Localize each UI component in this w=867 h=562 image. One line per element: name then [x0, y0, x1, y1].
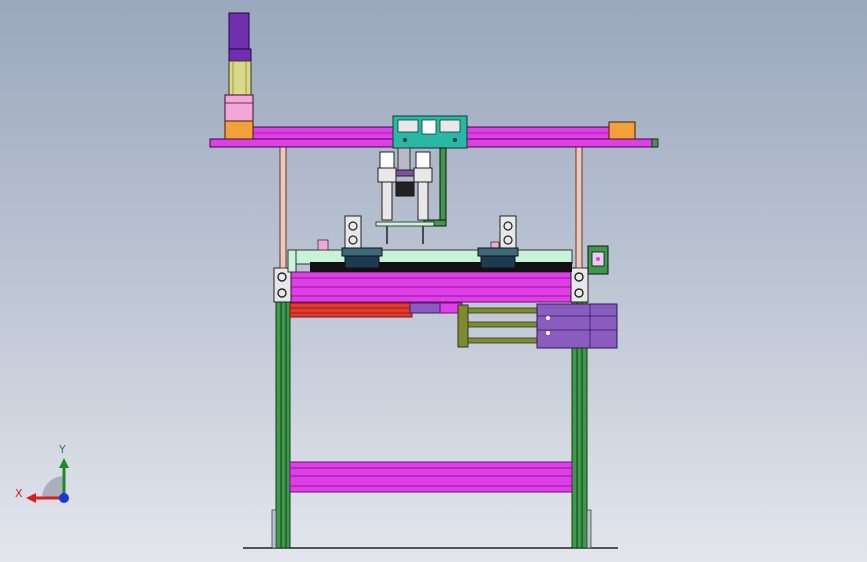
machine-model[interactable] — [0, 0, 867, 562]
triad-z-axis — [59, 493, 69, 503]
triad-y-arrow — [59, 458, 69, 468]
foot-right — [586, 509, 592, 549]
end-block-right — [608, 121, 636, 140]
gantry-post-right — [575, 146, 583, 269]
red-rail[interactable] — [289, 302, 463, 318]
frame-leg-left[interactable] — [275, 299, 291, 549]
coordinate-triad-icon: Y X — [15, 443, 69, 503]
dispensing-head[interactable] — [375, 147, 435, 244]
gantry-carriage[interactable] — [392, 115, 468, 149]
triad-x-arrow — [26, 493, 36, 503]
triad-y-label: Y — [58, 443, 66, 456]
cad-viewport[interactable]: Y X — [0, 0, 867, 562]
lower-beam[interactable] — [289, 461, 573, 493]
carriage-arm — [439, 147, 447, 227]
work-table[interactable] — [287, 239, 573, 273]
sensor-box[interactable] — [587, 245, 609, 275]
corner-block-right — [570, 267, 589, 303]
foot-left — [271, 509, 277, 549]
upper-beam[interactable] — [289, 271, 573, 303]
triad-x-label: X — [15, 487, 23, 500]
gantry-post-left — [279, 146, 287, 269]
servo-motor[interactable] — [224, 12, 254, 140]
corner-block-left — [273, 267, 292, 303]
pneumatic-cylinder[interactable] — [457, 303, 618, 349]
